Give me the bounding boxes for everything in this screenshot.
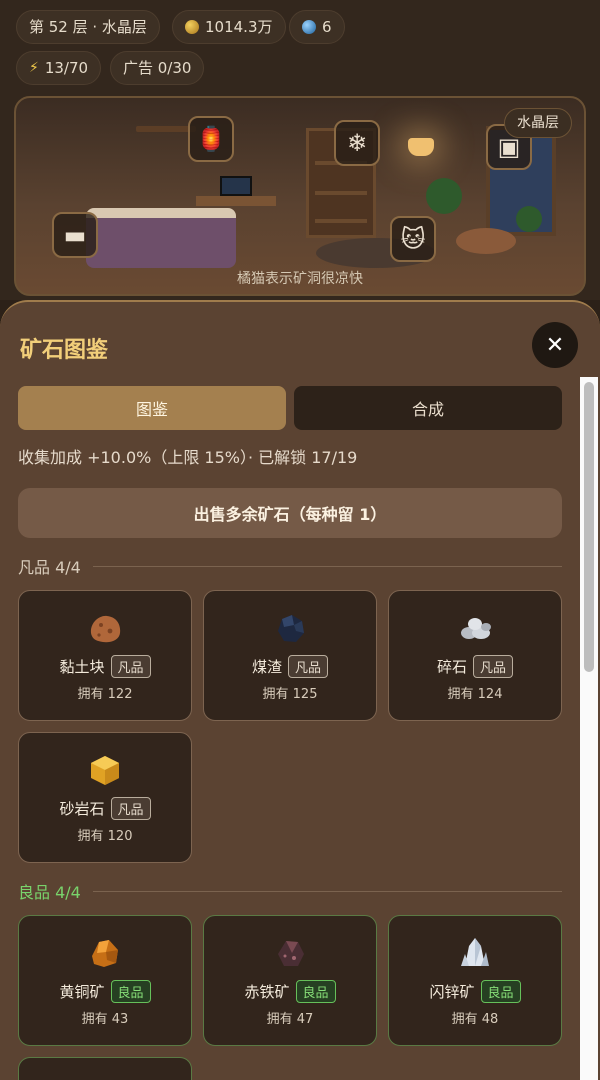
clay-lump-icon: [90, 615, 121, 643]
close-icon: ✕: [545, 332, 565, 358]
coins-chip[interactable]: 1014.3万: [172, 10, 286, 44]
sphalerite-icon: [461, 938, 489, 966]
bed: [86, 208, 236, 268]
ore-grid-common: 黏土块 凡品 拥有 122 煤渣 凡品 拥有 125 碎石 凡品 拥有 124 …: [18, 590, 562, 863]
ads-value: 广告 0/30: [123, 59, 192, 77]
ore-title-row: 砂岩石 凡品: [59, 797, 151, 820]
ore-card[interactable]: 黄铜矿 良品 拥有 43: [18, 915, 192, 1046]
gems-value: 6: [322, 18, 332, 36]
ore-name: 碎石: [436, 658, 467, 676]
gems-chip[interactable]: 6: [289, 10, 345, 44]
tab-label: 合成: [411, 400, 444, 419]
sell-extra-button[interactable]: 出售多余矿石（每种留 1）: [18, 488, 562, 538]
sheet-title: 矿石图鉴: [20, 338, 109, 363]
cinder-icon: [278, 615, 304, 642]
ore-card[interactable]: 砂岩石 凡品 拥有 120: [18, 732, 192, 863]
ore-owned-count: 拥有 124: [447, 687, 503, 702]
bed-icon: ▬: [63, 221, 87, 249]
ore-owned-count: 拥有 125: [262, 687, 318, 702]
floor-label: 第 52 层 · 水晶层: [29, 18, 147, 36]
ore-card[interactable]: 黏土块 凡品 拥有 122: [18, 590, 192, 721]
sandstone-icon: [91, 756, 119, 785]
plant: [516, 206, 542, 232]
energy-chip[interactable]: ⚡ 13/70: [16, 51, 102, 85]
ore-owned-count: 拥有 43: [81, 1012, 129, 1027]
wall-shelf: [136, 126, 196, 132]
ore-owned-count: 拥有 120: [77, 829, 133, 844]
ore-title-row: 赤铁矿 良品: [244, 980, 336, 1003]
tab-bar: 图鉴 合成: [18, 386, 562, 430]
section-title: 凡品 4/4: [18, 558, 81, 577]
cat-icon: 🐱: [400, 225, 426, 253]
ore-name: 黏土块: [59, 658, 105, 676]
room-scene[interactable]: 🏮 ❄ ▣ ▬ 🐱 水晶层 橘猫表示矿洞很凉快: [14, 96, 586, 296]
tab-codex[interactable]: 图鉴: [18, 386, 286, 430]
tab-label: 图鉴: [135, 400, 168, 419]
ore-card[interactable]: [18, 1057, 192, 1080]
section-title: 良品 4/4: [18, 883, 81, 902]
air-cooler-icon: ❄: [346, 129, 368, 157]
cat-item-card[interactable]: 🐱: [390, 216, 436, 262]
plant: [426, 178, 462, 214]
gravel-icon: [461, 618, 491, 639]
monitor: [220, 176, 252, 196]
scene-caption: 橘猫表示矿洞很凉快: [237, 271, 363, 287]
rarity-tag: 良品: [480, 980, 521, 1003]
lamp-icon: 🏮: [196, 125, 226, 153]
ore-card[interactable]: 赤铁矿 良品 拥有 47: [203, 915, 377, 1046]
ore-title-row: 闪锌矿 良品: [429, 980, 521, 1003]
rarity-tag: 凡品: [110, 797, 151, 820]
ore-title-row: 黄铜矿 良品: [59, 980, 151, 1003]
ore-owned-count: 拥有 47: [266, 1012, 314, 1027]
tab-synthesis[interactable]: 合成: [294, 386, 562, 430]
ore-card[interactable]: 闪锌矿 良品 拥有 48: [388, 915, 562, 1046]
ore-codex-sheet: 矿石图鉴 ✕ 图鉴 合成 收集加成 +10.0%（上限 15%）· 已解锁 17…: [0, 300, 600, 1080]
ore-name: 砂岩石: [59, 800, 105, 818]
ore-owned-count: 拥有 48: [451, 1012, 499, 1027]
ore-name: 闪锌矿: [429, 983, 475, 1001]
scrollbar-thumb[interactable]: [584, 382, 594, 672]
ore-card[interactable]: 煤渣 凡品 拥有 125: [203, 590, 377, 721]
ore-grid-good: 黄铜矿 良品 拥有 43 赤铁矿 良品 拥有 47 闪锌矿 良品 拥有 48: [18, 915, 562, 1080]
ore-title-row: 碎石 凡品: [436, 655, 514, 678]
divider: [92, 890, 562, 892]
floor-chip[interactable]: 第 52 层 · 水晶层: [16, 10, 160, 44]
close-button[interactable]: ✕: [532, 322, 578, 368]
collection-bonus-text: 收集加成 +10.0%（上限 15%）· 已解锁 17/19: [18, 448, 358, 467]
ore-title-row: 黏土块 凡品: [59, 655, 151, 678]
layer-badge: 水晶层: [504, 108, 572, 138]
coin-icon: [185, 20, 199, 34]
rarity-tag: 良品: [110, 980, 151, 1003]
section-header-good: 良品 4/4: [18, 879, 562, 903]
ore-name: 煤渣: [251, 658, 282, 676]
divider: [92, 565, 562, 567]
desk: [196, 196, 276, 206]
ore-name: 赤铁矿: [244, 983, 290, 1001]
lamp-item-card[interactable]: 🏮: [188, 116, 234, 162]
top-status-area: 第 52 层 · 水晶层 1014.3万 6 ⚡ 13/70 广告 0/30 🏮: [0, 0, 600, 300]
ore-title-row: 煤渣 凡品: [251, 655, 329, 678]
gem-icon: [302, 20, 316, 34]
ore-name: 黄铜矿: [59, 983, 105, 1001]
chalcopyrite-icon: [92, 940, 118, 967]
ads-chip[interactable]: 广告 0/30: [110, 51, 205, 85]
floor-lamp: [408, 138, 434, 156]
rarity-tag: 良品: [295, 980, 336, 1003]
bed-item-card[interactable]: ▬: [52, 212, 98, 258]
cat-bed: [456, 228, 516, 254]
ore-card[interactable]: 碎石 凡品 拥有 124: [388, 590, 562, 721]
hematite-icon: [278, 941, 304, 966]
rarity-tag: 凡品: [288, 655, 329, 678]
cooler-item-card[interactable]: ❄: [334, 120, 380, 166]
sheet-content: 图鉴 合成 收集加成 +10.0%（上限 15%）· 已解锁 17/19 出售多…: [18, 386, 562, 1080]
rarity-tag: 凡品: [110, 655, 151, 678]
rarity-tag: 凡品: [473, 655, 514, 678]
section-header-common: 凡品 4/4: [18, 554, 562, 578]
lightning-icon: ⚡: [29, 60, 39, 76]
sell-button-label: 出售多余矿石（每种留 1）: [193, 505, 387, 524]
coins-value: 1014.3万: [205, 18, 273, 36]
energy-value: 13/70: [44, 59, 89, 77]
ore-owned-count: 拥有 122: [77, 687, 133, 702]
